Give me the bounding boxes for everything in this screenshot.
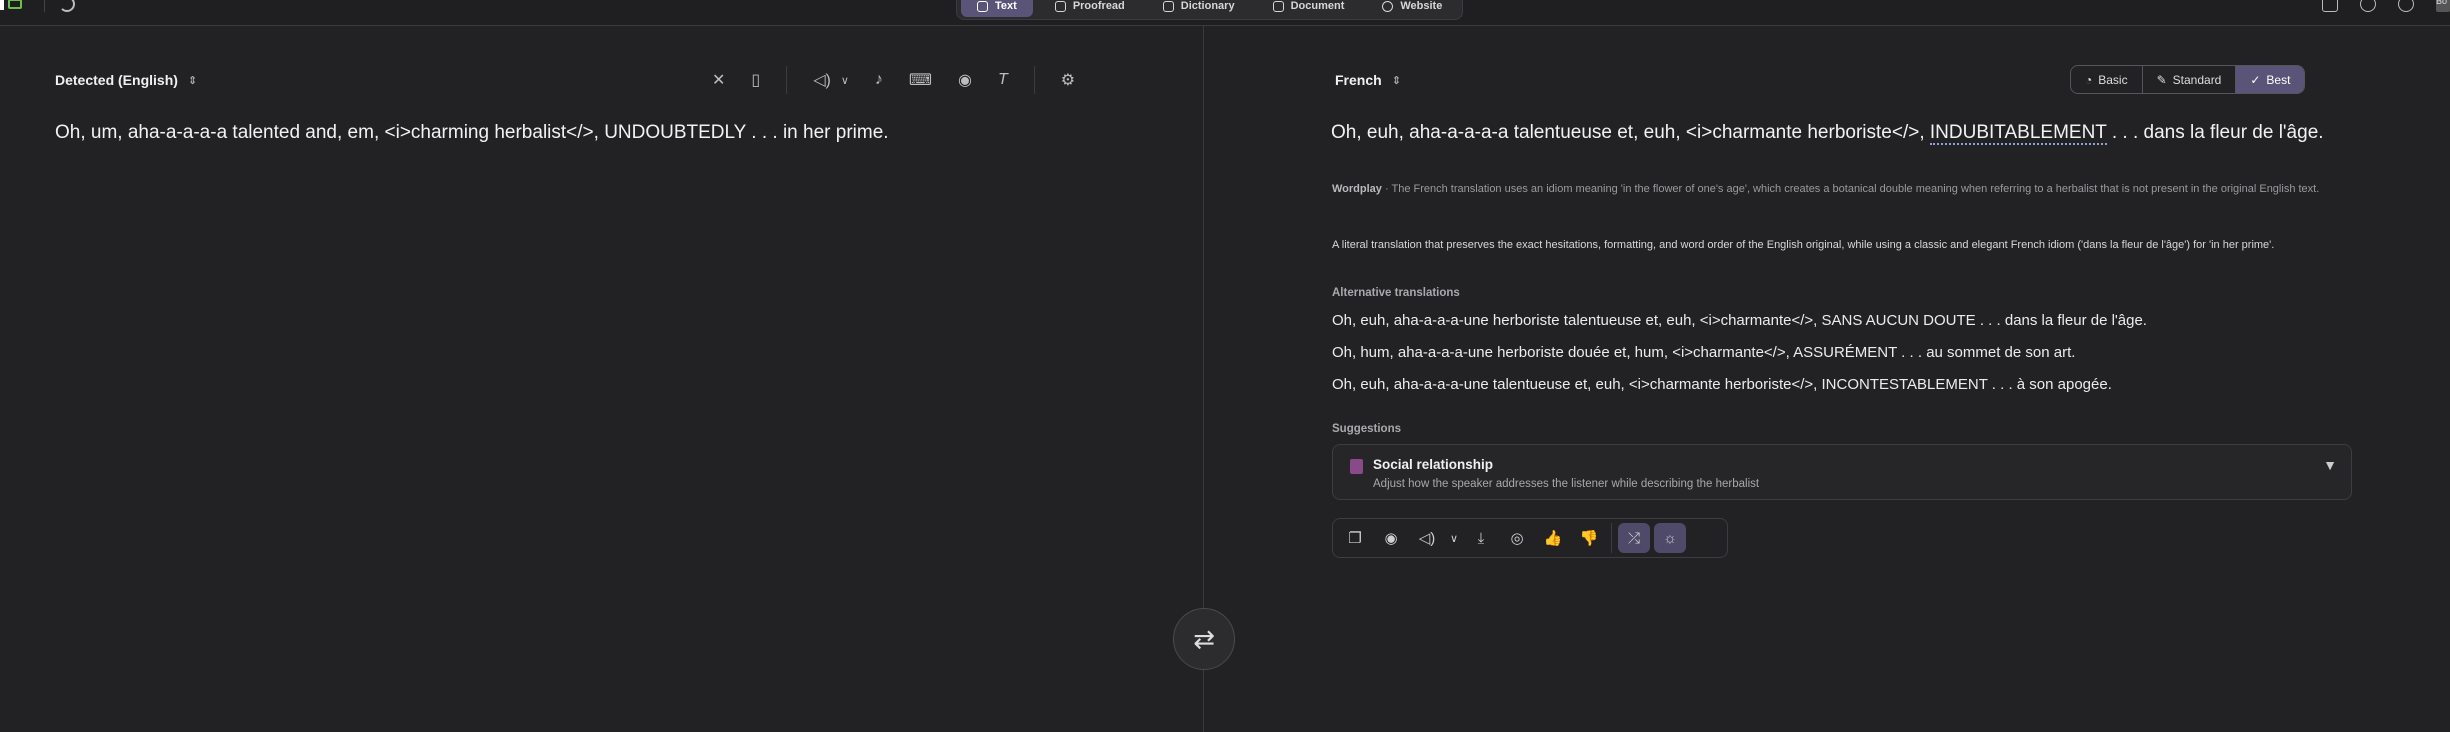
text-icon [977,0,988,12]
eye-icon[interactable]: ◉ [1375,523,1407,553]
shuffle-icon[interactable]: ⤮ [1618,523,1650,553]
thumbs-down-icon[interactable]: 👎 [1573,523,1605,553]
clear-icon[interactable]: ✕ [712,70,725,90]
alternatives-list: Oh, euh, aha-a-a-a-une herboriste talent… [1332,310,2382,406]
dictionary-icon [1162,0,1174,12]
highlighted-word[interactable]: INDUBITABLEMENT [1929,122,2107,145]
top-right-group: Bo [2322,0,2450,14]
toolbar-divider [786,66,788,94]
lightbulb-icon[interactable]: ☼ [1654,523,1686,553]
chevron-down-icon[interactable]: ∨ [1447,523,1461,553]
speaker-icon[interactable]: ◁) [1411,523,1443,553]
social-relationship-icon [1350,459,1363,474]
chevron-updown-icon: ⇕ [187,74,198,87]
help-icon[interactable] [2360,0,2376,12]
settings-gear-icon[interactable] [2398,0,2414,12]
suggestions-heading: Suggestions [1332,423,1402,435]
pen-icon: ✎ [2156,72,2167,87]
alternative-item[interactable]: Oh, hum, aha-a-a-a-une herboriste douée … [1332,342,2382,374]
thumbs-up-icon[interactable]: 👍 [1537,523,1569,553]
quality-selector: ◔ Basic ✎ Standard ✓ Best [2070,65,2306,94]
chevron-updown-icon: ⇕ [1391,74,1401,87]
mode-tab-document[interactable]: Document [1257,0,1361,17]
translation-output[interactable]: Oh, euh, aha-a-a-a-a talentueuse et, euh… [1331,119,2361,147]
toolbar-divider [1033,66,1035,94]
avatar[interactable]: Bo [2436,0,2450,12]
chevron-down-icon[interactable]: ∨ [841,74,849,87]
sparkle-pen-icon: ✓ [2250,72,2261,87]
literal-translation-note: A literal translation that preserves the… [1332,239,2275,251]
mode-tab-proofread[interactable]: Proofread [1039,0,1141,17]
copy-icon[interactable]: ❐ [1339,523,1371,553]
top-bar: Text Proofread Dictionary Document Websi… [0,0,2450,26]
glossary-icon[interactable] [2322,0,2338,12]
paste-clipboard-icon[interactable]: ▯ [751,70,760,90]
mode-tab-dictionary[interactable]: Dictionary [1147,0,1251,17]
swap-arrows-icon: ⇄ [1193,623,1215,654]
target-language-label: French [1335,72,1382,88]
target-language-selector[interactable]: French ⇕ [1335,68,1401,92]
app-logo[interactable] [0,0,30,11]
stamp-icon[interactable]: ◎ [1501,523,1533,553]
keyboard-icon[interactable]: ⌨ [909,70,932,90]
alternative-item[interactable]: Oh, euh, aha-a-a-a-une talentueuse et, e… [1332,374,2382,406]
source-language-selector[interactable]: Detected (English) ⇕ [55,68,197,92]
expand-triangle-icon[interactable]: ▼ [2323,457,2337,473]
divider [44,0,45,12]
wordplay-label: Wordplay [1332,183,1382,195]
suggestion-card[interactable]: Social relationship Adjust how the speak… [1332,444,2352,500]
history-icon[interactable] [59,0,75,12]
wordplay-note: Wordplay · The French translation uses a… [1332,183,2320,195]
top-left-group [0,0,75,14]
adjust-settings-icon[interactable]: ⚙ [1061,70,1075,90]
eye-icon[interactable]: ◉ [958,70,972,90]
alternative-item[interactable]: Oh, euh, aha-a-a-a-une herboriste talent… [1332,310,2382,342]
source-toolbar: ✕ ▯ ◁) ∨ ♪ ⌨ ◉ T ⚙ [712,66,1075,94]
suggestion-description: Adjust how the speaker addresses the lis… [1373,478,1760,490]
translation-actions-toolbar: ❐ ◉ ◁) ∨ ⤓ ◎ 👍 👎 ⤮ ☼ [1332,518,1728,558]
mode-tab-website[interactable]: Website [1366,0,1458,17]
gauge-icon: ◔ [2085,72,2093,87]
swap-languages-button[interactable]: ⇄ [1173,608,1235,670]
download-icon[interactable]: ⤓ [1465,523,1497,553]
source-text-input[interactable]: Oh, um, aha-a-a-a-a talented and, em, <i… [55,119,1155,147]
clear-formatting-icon[interactable]: T [998,71,1008,89]
mode-switcher: Text Proofread Dictionary Document Websi… [956,0,1464,20]
microphone-icon[interactable]: ♪ [875,71,883,89]
toolbar-divider [1611,523,1612,553]
quality-standard-button[interactable]: ✎ Standard [2143,66,2237,93]
document-icon [1272,0,1284,12]
globe-icon [1382,0,1394,12]
alternatives-heading: Alternative translations [1332,287,1460,299]
suggestion-title: Social relationship [1373,457,1494,472]
quality-best-button[interactable]: ✓ Best [2236,66,2305,93]
mode-tab-text[interactable]: Text [961,0,1033,17]
source-language-label: Detected (English) [55,72,178,88]
quality-basic-button[interactable]: ◔ Basic [2071,66,2143,93]
speaker-icon[interactable]: ◁) [813,70,831,90]
proofread-icon [1054,0,1066,12]
